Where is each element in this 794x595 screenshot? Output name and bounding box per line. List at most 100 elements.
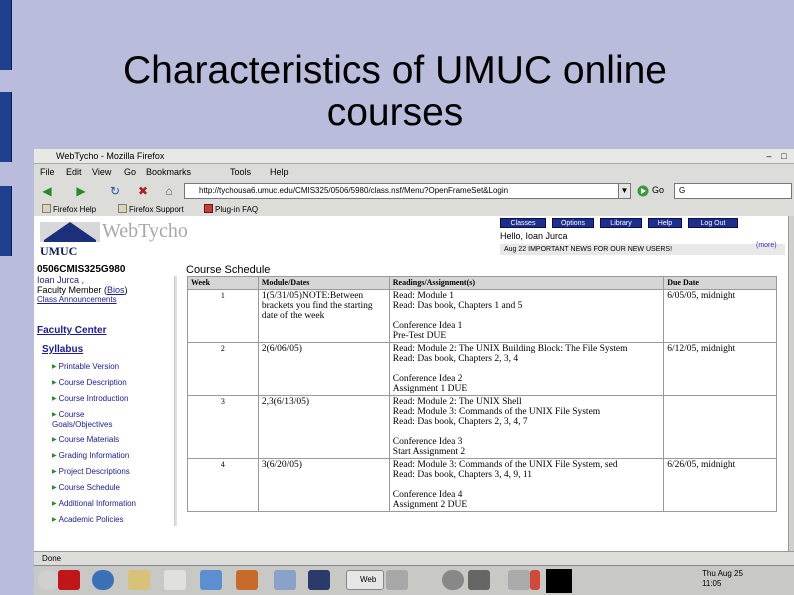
presentation-launcher-icon[interactable]: [236, 570, 258, 590]
class-announcements-link[interactable]: Class Announcements: [37, 295, 117, 304]
spreadsheet-launcher-icon[interactable]: [200, 570, 222, 590]
maximize-icon[interactable]: □: [779, 151, 789, 161]
home-icon[interactable]: ⌂: [160, 183, 178, 199]
taskbar: Web Thu Aug 25 11:05: [34, 565, 794, 595]
menu-file[interactable]: File: [40, 167, 55, 177]
forward-icon[interactable]: ▶: [72, 183, 90, 199]
role-suffix: ): [124, 285, 128, 295]
faculty-center-link[interactable]: Faculty Center: [37, 325, 106, 336]
writer-launcher-icon[interactable]: [164, 570, 186, 590]
cell-due-date: [664, 396, 776, 458]
bookmark-plugin-faq[interactable]: Plug-in FAQ: [204, 204, 258, 214]
cell-readings: Read: Module 1 Read: Das book, Chapters 1…: [389, 290, 664, 342]
frame-divider[interactable]: [174, 276, 177, 526]
help-button[interactable]: Help: [648, 218, 682, 228]
vertical-scrollbar[interactable]: [788, 216, 794, 551]
bookmarks-toolbar: Firefox Help Firefox Support Plug-in FAQ: [34, 202, 794, 216]
menu-bookmarks[interactable]: Bookmarks: [146, 167, 191, 177]
reload-icon[interactable]: ↻: [106, 183, 124, 199]
options-button[interactable]: Options: [552, 218, 594, 228]
classes-button[interactable]: Classes: [500, 218, 546, 228]
news-bar[interactable]: Aug 22 IMPORTANT NEWS FOR OUR NEW USERS!: [500, 244, 785, 255]
network-icon[interactable]: [508, 570, 530, 590]
menu-view[interactable]: View: [92, 167, 111, 177]
go-button[interactable]: Go: [652, 185, 664, 195]
bookmark-label: Firefox Help: [53, 205, 97, 214]
bookmark-icon: [118, 204, 127, 213]
sidebar-item-course-schedule[interactable]: Course Schedule: [52, 483, 120, 492]
news-more-link[interactable]: (more): [756, 242, 777, 249]
schedule-rows: 1 1(5/31/05)NOTE:Between brackets you fin…: [188, 290, 776, 511]
camera-icon[interactable]: [468, 570, 490, 590]
webtycho-logo: UMUC WebTycho: [38, 218, 238, 262]
table-row: 1 1(5/31/05)NOTE:Between brackets you fin…: [188, 290, 776, 342]
bookmark-icon: [204, 204, 213, 213]
role-prefix: Faculty Member (: [37, 285, 108, 295]
cell-readings: Read: Module 3: Commands of the UNIX Fil…: [389, 459, 664, 511]
mail-launcher-icon[interactable]: [128, 570, 150, 590]
sidebar-item-project-descriptions[interactable]: Project Descriptions: [52, 467, 130, 476]
system-menu-icon[interactable]: [38, 570, 60, 590]
page-content: UMUC WebTycho Classes Options Library He…: [34, 216, 788, 551]
web-browser-launcher-icon[interactable]: [92, 570, 114, 590]
menu-help[interactable]: Help: [270, 167, 289, 177]
table-header-row: Week Module/Dates Readings/Assignment(s)…: [188, 277, 776, 289]
reading-line: Pre-Test DUE: [392, 331, 447, 341]
sidebar-item-course-introduction[interactable]: Course Introduction: [52, 394, 129, 403]
cell-dates: 2,3(6/13/05): [258, 396, 389, 458]
sidebar-item-course-materials[interactable]: Course Materials: [52, 435, 119, 444]
cell-week: 2: [188, 343, 258, 395]
volume-icon[interactable]: [530, 570, 540, 590]
sidebar-item-course-goals[interactable]: Course Goals/Objectives: [52, 410, 132, 429]
reading-line: Conference Idea 4: [392, 490, 463, 500]
reading-line: Read: Das book, Chapters 3, 4, 9, 11: [392, 470, 533, 480]
cell-due-date: 6/26/05, midnight: [664, 459, 776, 511]
reading-line: Assignment 1 DUE: [392, 384, 468, 394]
sidebar-item-printable-version[interactable]: Printable Version: [52, 362, 119, 371]
taskbar-app-web[interactable]: Web: [346, 570, 384, 590]
bios-link[interactable]: Bios: [107, 285, 125, 295]
sidebar-item-additional-information[interactable]: Additional Information: [52, 499, 136, 508]
sidebar-item-course-description[interactable]: Course Description: [52, 378, 127, 387]
help-launcher-icon[interactable]: [442, 570, 464, 590]
menu-edit[interactable]: Edit: [66, 167, 82, 177]
menu-go[interactable]: Go: [124, 167, 136, 177]
minimize-icon[interactable]: –: [764, 151, 774, 161]
logout-button[interactable]: Log Out: [688, 218, 738, 228]
stop-icon[interactable]: ✖: [134, 183, 152, 199]
course-schedule-table: Week Module/Dates Readings/Assignment(s)…: [187, 276, 777, 512]
umuc-emblem-icon: [40, 222, 100, 242]
printer-launcher-icon[interactable]: [274, 570, 296, 590]
cell-due-date: 6/05/05, midnight: [664, 290, 776, 342]
bookmark-label: Firefox Support: [129, 205, 184, 214]
reading-line: [393, 364, 660, 374]
workspace-switcher-icon[interactable]: [386, 570, 408, 590]
sidebar-item-grading-information[interactable]: Grading Information: [52, 451, 130, 460]
library-button[interactable]: Library: [600, 218, 642, 228]
reading-line: Read: Module 3: Commands of the UNIX Fil…: [392, 407, 601, 417]
cell-dates: 2(6/06/05): [258, 343, 389, 395]
sidebar-item-academic-policies[interactable]: Academic Policies: [52, 515, 124, 524]
reading-line: Read: Module 1: [392, 291, 454, 301]
back-icon[interactable]: ◀: [38, 183, 56, 199]
welcome-text: Hello, Ioan Jurca: [500, 231, 568, 241]
terminal-launcher-icon[interactable]: [308, 570, 330, 590]
taskbar-clock: Thu Aug 25 11:05: [702, 569, 743, 589]
slide-title: Characteristics of UMUC online courses: [122, 49, 667, 134]
navigation-toolbar: ◀ ▶ ↻ ✖ ⌂ http://tychousa6.umuc.edu/CMIS…: [34, 180, 794, 202]
course-schedule-heading: Course Schedule: [186, 264, 271, 276]
redhat-menu-icon[interactable]: [58, 570, 80, 590]
address-dropdown-icon[interactable]: ▼: [618, 183, 631, 199]
address-bar[interactable]: http://tychousa6.umuc.edu/CMIS325/0506/5…: [184, 183, 629, 199]
syllabus-link[interactable]: Syllabus: [42, 344, 83, 355]
search-input[interactable]: G: [674, 183, 792, 199]
column-header-module-dates: Module/Dates: [258, 277, 389, 289]
reading-line: Read: Module 2: The UNIX Building Block:…: [392, 344, 628, 354]
reading-line: Conference Idea 1: [392, 321, 463, 331]
bookmark-firefox-help[interactable]: Firefox Help: [42, 204, 96, 214]
bookmark-label: Plug-in FAQ: [215, 205, 259, 214]
go-icon[interactable]: [637, 185, 649, 197]
bookmark-firefox-support[interactable]: Firefox Support: [118, 204, 184, 214]
menu-tools[interactable]: Tools: [230, 167, 251, 177]
cell-week: 4: [188, 459, 258, 511]
